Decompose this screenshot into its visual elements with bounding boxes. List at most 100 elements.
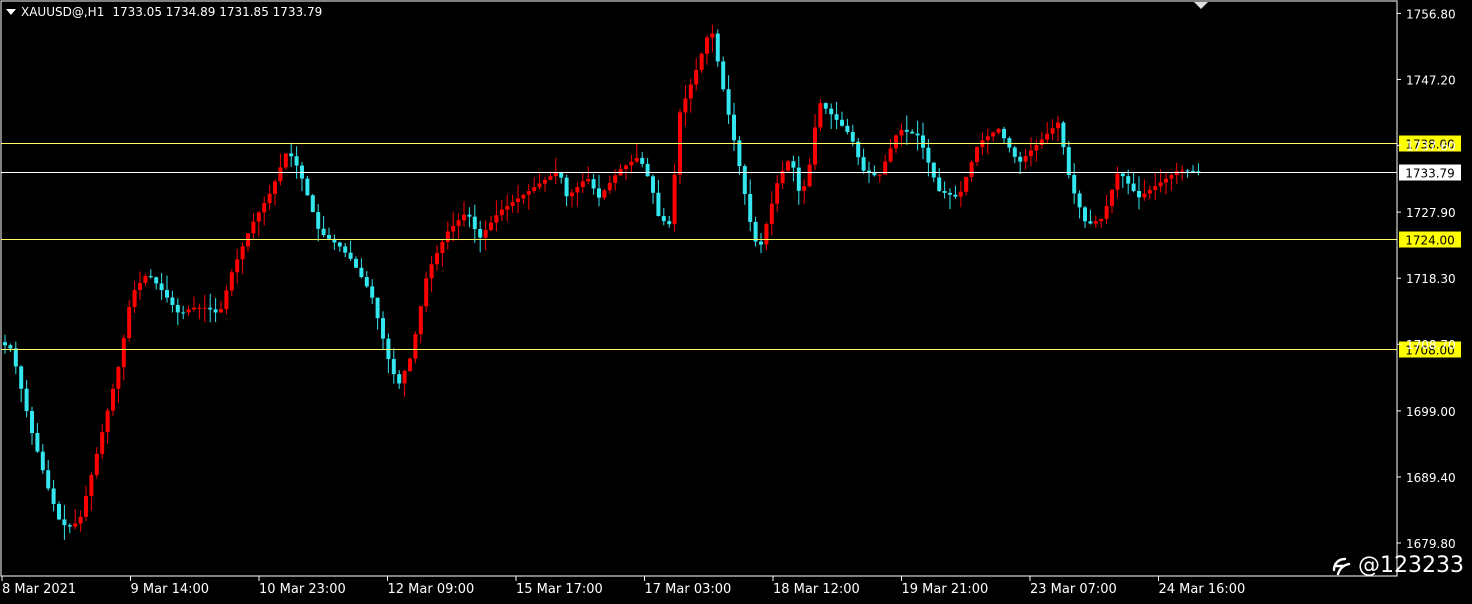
- candle: [661, 207, 666, 226]
- x-tick-label: 17 Mar 03:00: [645, 582, 732, 597]
- candle: [8, 343, 13, 353]
- candle-body: [186, 309, 191, 313]
- candle-body: [861, 157, 866, 171]
- logo-icon: [1332, 557, 1351, 575]
- candle-body: [327, 235, 331, 239]
- candle-body: [381, 318, 385, 339]
- candle: [861, 148, 866, 174]
- candle-body: [359, 267, 364, 278]
- candle: [1093, 215, 1098, 228]
- candle-body: [1083, 207, 1087, 222]
- chart-shift-marker-icon[interactable]: [1194, 2, 1208, 9]
- candle: [948, 188, 952, 210]
- candle-body: [591, 179, 596, 189]
- candle: [310, 194, 315, 213]
- candle-body: [1131, 183, 1136, 192]
- candle: [1061, 120, 1066, 155]
- candle-body: [170, 297, 175, 305]
- candle-body: [570, 192, 574, 197]
- candle: [181, 305, 186, 320]
- candle-body: [343, 246, 348, 253]
- candle-body: [1137, 191, 1141, 198]
- candle-body: [624, 165, 628, 170]
- candle: [1164, 172, 1168, 195]
- candle: [165, 275, 169, 303]
- candle-body: [84, 495, 88, 517]
- candle: [532, 177, 537, 194]
- candle-body: [278, 167, 283, 182]
- candle: [780, 161, 785, 190]
- price-chart[interactable]: 1738.001724.001708.001733.79 1756.80 1747…: [0, 0, 1472, 604]
- candle: [904, 115, 909, 145]
- candle-body: [1153, 186, 1158, 190]
- candle-body: [121, 337, 126, 368]
- candle: [942, 181, 947, 199]
- candle-body: [35, 433, 40, 452]
- candle-body: [1169, 175, 1174, 179]
- candle-body: [759, 241, 763, 245]
- candle-body: [181, 312, 186, 314]
- candle: [451, 212, 456, 242]
- candle: [1099, 218, 1104, 229]
- candle-body: [175, 304, 180, 313]
- candle: [73, 508, 78, 530]
- candle: [888, 139, 893, 163]
- candle: [197, 303, 202, 320]
- candle-body: [30, 411, 34, 434]
- candle: [872, 165, 877, 177]
- candle-body: [748, 193, 753, 222]
- candle: [1012, 145, 1017, 164]
- candle: [418, 305, 423, 344]
- candle-body: [159, 283, 164, 291]
- candle: [100, 423, 105, 459]
- candle-body: [921, 135, 925, 148]
- candle: [710, 24, 715, 53]
- candle-body: [1072, 175, 1077, 194]
- candle: [138, 271, 142, 300]
- candle-body: [78, 516, 83, 524]
- candle-body: [3, 342, 7, 346]
- candle-body: [132, 289, 137, 308]
- candle-body: [904, 129, 909, 132]
- candle: [57, 501, 61, 521]
- candle-body: [262, 203, 267, 213]
- candle-body: [651, 176, 655, 193]
- candle: [408, 357, 412, 373]
- candle: [975, 146, 979, 166]
- candle-body: [472, 216, 477, 230]
- candle-body: [845, 125, 850, 132]
- candle: [634, 144, 639, 164]
- candle-body: [931, 162, 936, 178]
- candle: [1169, 172, 1174, 191]
- candle: [753, 216, 758, 247]
- candle: [219, 300, 223, 313]
- candle: [899, 123, 904, 146]
- candle: [208, 293, 213, 323]
- candle: [30, 406, 34, 445]
- candle: [845, 118, 850, 135]
- candle: [537, 173, 542, 190]
- candle-body: [586, 179, 591, 182]
- candle-body: [310, 195, 315, 213]
- candle-body: [370, 286, 375, 298]
- candle-body: [597, 188, 601, 198]
- candle-body: [1088, 221, 1093, 224]
- candle-body: [289, 153, 294, 157]
- candle: [462, 201, 466, 227]
- candle: [618, 164, 623, 176]
- candle-body: [1191, 170, 1195, 172]
- candle: [413, 331, 418, 364]
- candle: [40, 444, 45, 474]
- candle-body: [499, 209, 504, 216]
- candle: [1110, 189, 1114, 214]
- candle-body: [1110, 189, 1114, 206]
- candle-body: [251, 221, 256, 234]
- symbol-timeframe: XAUUSD@,H1: [21, 5, 105, 19]
- dropdown-triangle-icon[interactable]: [6, 9, 16, 15]
- candle: [526, 183, 531, 210]
- candle-body: [456, 220, 461, 226]
- candle-body: [667, 221, 672, 225]
- candle: [699, 52, 704, 74]
- candle: [224, 285, 229, 315]
- candle-body: [1174, 171, 1179, 176]
